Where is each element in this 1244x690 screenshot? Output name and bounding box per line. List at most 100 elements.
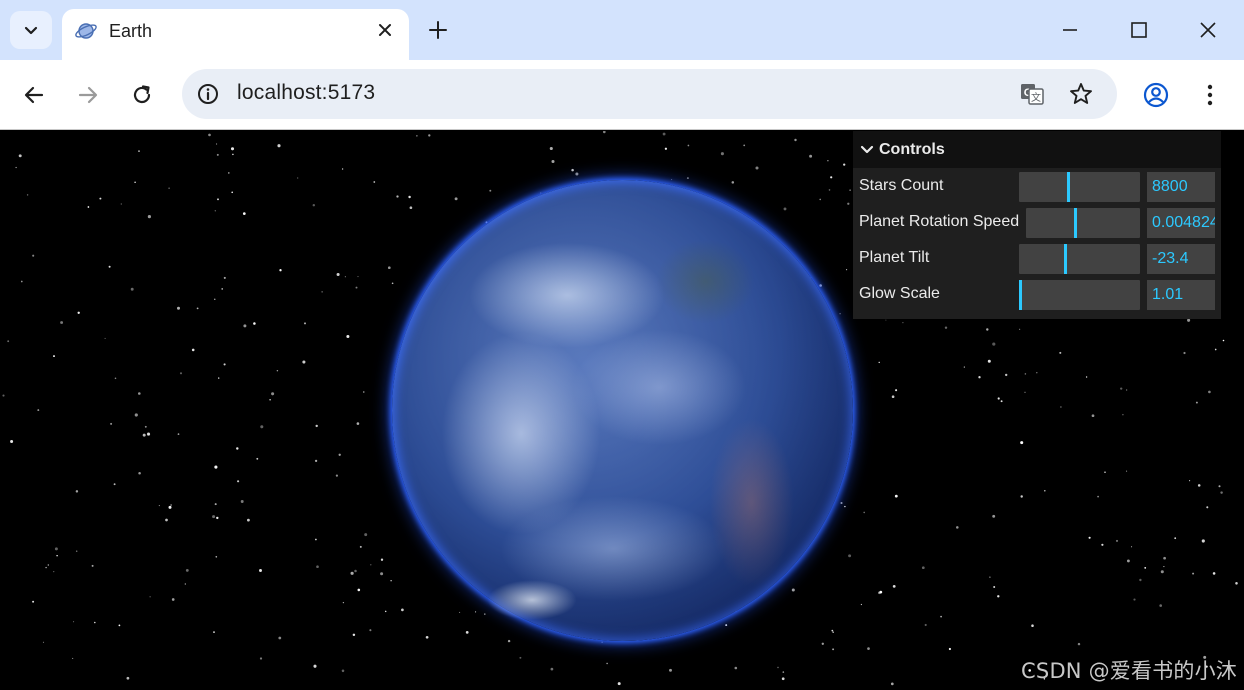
glow-scale-input[interactable]: 1.01 — [1147, 280, 1215, 310]
star-dot — [357, 588, 361, 592]
translate-icon[interactable]: G 文 — [1019, 81, 1045, 107]
star-dot — [944, 326, 948, 329]
star-dot — [208, 133, 211, 137]
star-dot — [352, 633, 356, 637]
star-dot — [830, 176, 833, 179]
star-dot — [847, 202, 850, 205]
star-dot — [380, 572, 384, 576]
star-dot — [54, 547, 58, 551]
star-dot — [783, 207, 787, 211]
star-dot — [191, 348, 195, 352]
controls-header[interactable]: Controls — [853, 131, 1221, 168]
star-dot — [879, 590, 883, 594]
star-dot — [731, 181, 735, 184]
back-arrow-icon[interactable] — [21, 82, 47, 108]
star-dot — [408, 195, 411, 199]
planet-tilt-slider[interactable] — [1019, 244, 1140, 274]
slider-knob[interactable] — [1064, 244, 1067, 274]
star-dot — [892, 585, 896, 588]
star-dot — [549, 146, 553, 151]
slider-knob[interactable] — [1019, 280, 1022, 310]
star-dot — [891, 395, 895, 399]
star-dot — [335, 474, 338, 477]
site-info-icon[interactable] — [196, 82, 220, 106]
tab-search-button[interactable] — [10, 11, 52, 49]
star-dot — [168, 505, 172, 509]
star-dot — [1000, 400, 1003, 403]
star-dot — [231, 191, 233, 194]
star-dot — [416, 135, 418, 137]
star-dot — [230, 147, 235, 151]
address-bar[interactable]: localhost:5173 G 文 — [182, 69, 1117, 119]
star-dot — [316, 565, 319, 569]
star-dot — [73, 621, 75, 623]
slider-knob[interactable] — [1067, 172, 1070, 202]
planet-rotation-speed-input[interactable]: 0.004824 — [1147, 208, 1215, 238]
star-dot — [387, 266, 391, 270]
star-dot — [921, 566, 925, 570]
star-dot — [1133, 598, 1136, 601]
maximize-icon[interactable] — [1127, 18, 1151, 42]
url-text[interactable]: localhost:5173 — [237, 81, 375, 105]
close-icon[interactable] — [375, 20, 395, 40]
star-dot — [53, 355, 55, 358]
star-dot — [734, 666, 738, 670]
profile-icon[interactable] — [1142, 81, 1170, 109]
star-dot — [303, 322, 307, 325]
plus-icon[interactable] — [427, 19, 449, 41]
star-dot — [240, 500, 244, 503]
star-dot — [357, 276, 359, 278]
star-dot — [271, 392, 275, 396]
controls-title: Controls — [879, 140, 945, 158]
star-dot — [1131, 546, 1133, 548]
star-dot — [114, 377, 117, 380]
star-dot — [214, 503, 217, 506]
more-vert-icon[interactable] — [1196, 81, 1224, 109]
planet-rotation-speed-slider[interactable] — [1026, 208, 1140, 238]
star-dot — [144, 425, 147, 428]
star-dot — [363, 391, 365, 393]
slider-knob[interactable] — [1074, 208, 1077, 238]
star-dot — [26, 194, 29, 196]
star-dot — [484, 613, 486, 615]
star-dot — [409, 206, 413, 210]
star-dot — [341, 168, 344, 170]
star-dot — [380, 558, 384, 561]
star-dot — [214, 210, 216, 212]
star-dot — [196, 307, 199, 310]
earth-shading — [392, 180, 853, 641]
window-close-icon[interactable] — [1196, 18, 1220, 42]
star-dot — [989, 576, 991, 578]
minimize-icon[interactable] — [1058, 18, 1082, 42]
controls-panel: Controls Stars Count 8800 Planet Rotatio… — [853, 131, 1221, 319]
stars-count-slider[interactable] — [1019, 172, 1140, 202]
star-dot — [755, 166, 759, 170]
star-dot — [373, 181, 376, 183]
star-icon[interactable] — [1068, 81, 1094, 107]
star-dot — [126, 676, 130, 680]
star-dot — [77, 311, 80, 314]
star-dot — [336, 272, 340, 277]
tab-earth[interactable]: Earth — [62, 9, 409, 60]
star-dot — [223, 276, 226, 279]
star-dot — [138, 150, 140, 152]
star-dot — [1085, 376, 1088, 378]
stars-count-input[interactable]: 8800 — [1147, 172, 1215, 202]
star-dot — [110, 422, 113, 425]
planet-tilt-input[interactable]: -23.4 — [1147, 244, 1215, 274]
star-dot — [158, 505, 160, 507]
star-dot — [1126, 389, 1128, 391]
star-dot — [138, 472, 141, 475]
star-dot — [184, 583, 186, 585]
star-dot — [849, 189, 851, 191]
star-dot — [519, 656, 522, 659]
star-dot — [1159, 604, 1162, 607]
star-dot — [720, 152, 724, 156]
reload-icon[interactable] — [129, 82, 155, 108]
star-dot — [20, 280, 23, 283]
forward-arrow-icon[interactable] — [75, 82, 101, 108]
star-dot — [165, 518, 168, 522]
star-dot — [992, 342, 996, 346]
glow-scale-slider[interactable] — [1019, 280, 1140, 310]
star-dot — [276, 369, 279, 372]
